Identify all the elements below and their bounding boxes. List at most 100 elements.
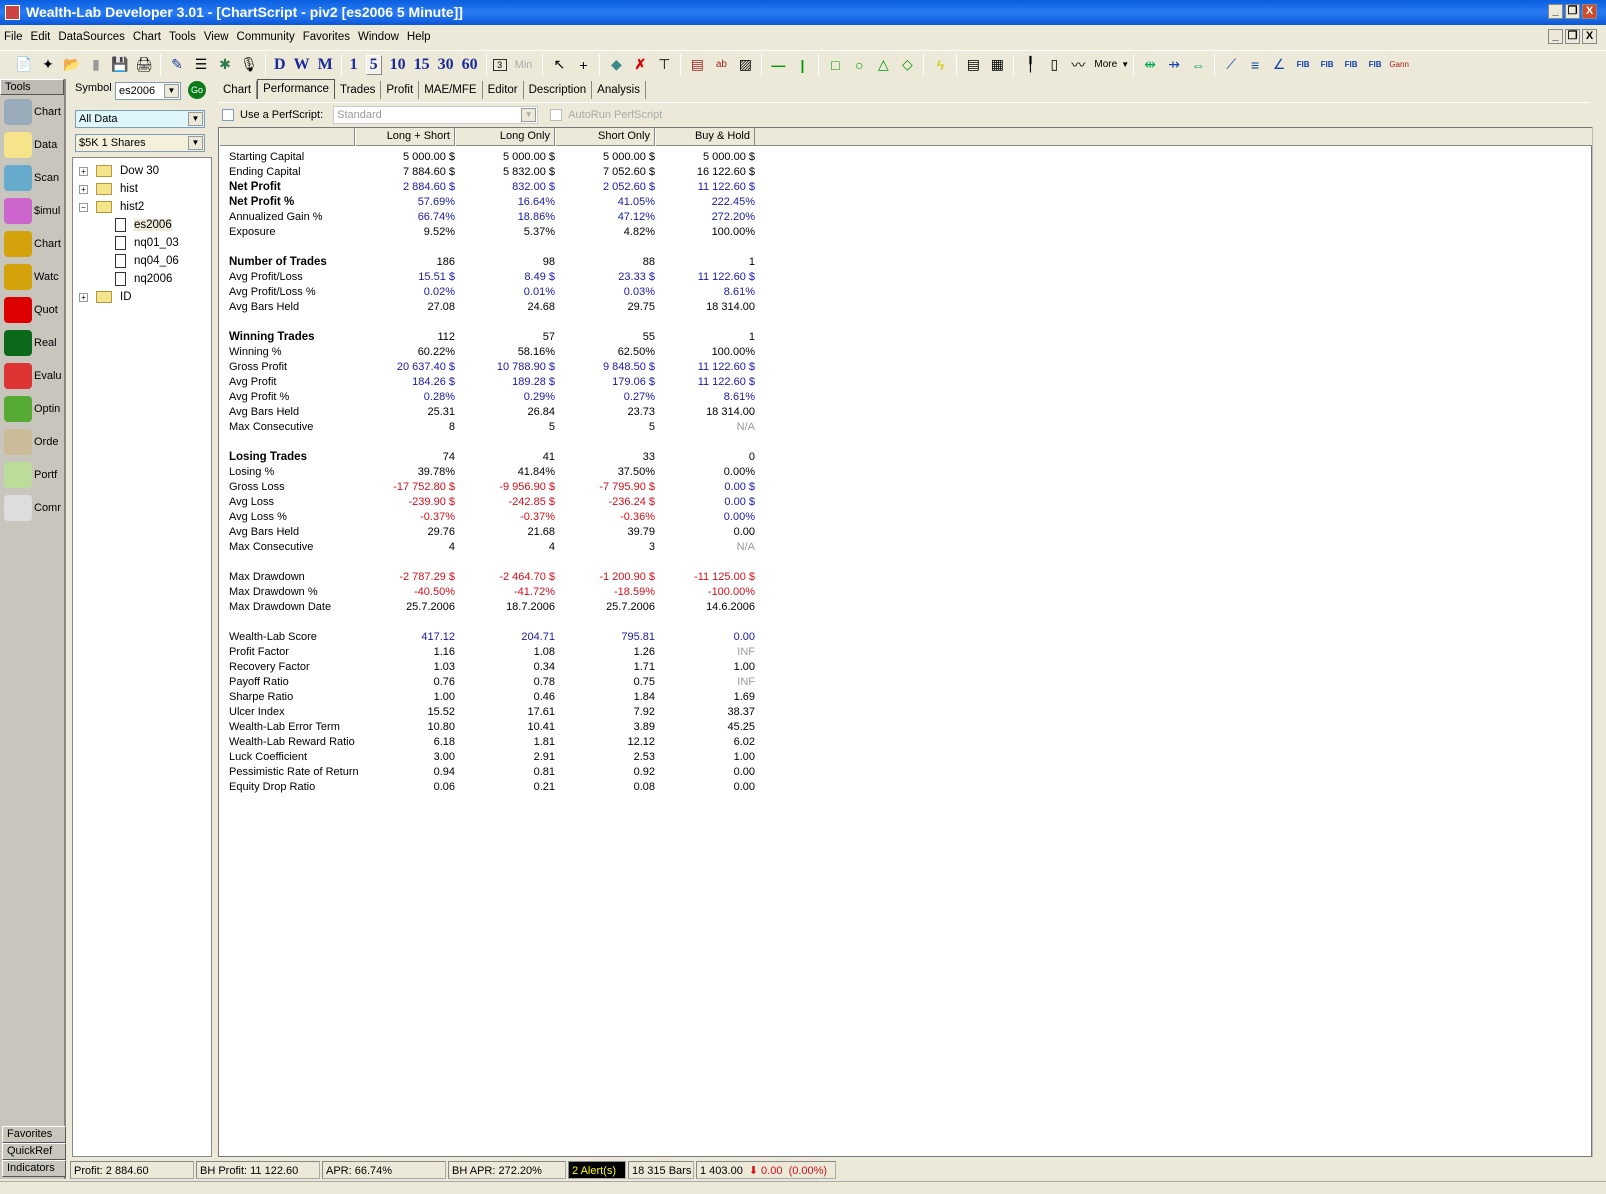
rectangle-icon[interactable]: □ — [825, 55, 845, 75]
tool-6-button[interactable]: Quot — [0, 293, 64, 326]
close-button[interactable]: X — [1582, 4, 1597, 19]
tool-1-button[interactable]: Data — [0, 128, 64, 161]
open-folder-icon[interactable]: 📂 — [62, 55, 82, 75]
tab-editor[interactable]: Editor — [483, 81, 524, 99]
wizard-icon[interactable]: ✦ — [38, 55, 58, 75]
horizontal-line-icon[interactable]: — — [768, 55, 788, 75]
trendline-icon[interactable]: ⟋ — [1221, 55, 1241, 75]
minimize-button[interactable]: _ — [1548, 4, 1563, 19]
timeframe-D-button[interactable]: D — [274, 56, 286, 74]
expand-icon[interactable]: + — [79, 166, 88, 176]
tree-node-nq01_03[interactable]: nq01_03 — [73, 234, 211, 252]
timeframe-60-button[interactable]: 60 — [462, 56, 478, 74]
tool-0-button[interactable]: Chart — [0, 95, 64, 128]
tab-trades[interactable]: Trades — [335, 81, 382, 99]
fib-fan-icon[interactable]: FIB — [1317, 55, 1337, 75]
save-disabled-icon[interactable]: ▮ — [86, 55, 106, 75]
menu-window[interactable]: Window — [358, 31, 399, 43]
tool-4-button[interactable]: Chart — [0, 227, 64, 260]
column-header[interactable]: Long + Short — [355, 128, 455, 146]
status-alerts[interactable]: 2 Alert(s) — [568, 1160, 626, 1179]
tool-2-button[interactable]: Scan — [0, 161, 64, 194]
perfscript-combo[interactable]: Standard ▼ — [333, 105, 539, 124]
text-icon[interactable]: ab — [711, 55, 731, 75]
menu-community[interactable]: Community — [237, 31, 295, 43]
tree-node-id[interactable]: + ID — [73, 288, 211, 306]
zoom-fit-icon[interactable]: ⇔ — [1188, 55, 1208, 75]
tool-12-button[interactable]: Comr — [0, 491, 64, 524]
fan-icon[interactable]: ∠ — [1269, 55, 1289, 75]
zoom-in-icon[interactable]: ⇹ — [1140, 55, 1160, 75]
pin-icon[interactable]: ⊤ — [654, 55, 674, 75]
tools-header[interactable]: Tools — [0, 79, 64, 95]
note-icon[interactable]: ▤ — [687, 55, 707, 75]
tab-maemfe[interactable]: MAE/MFE — [419, 81, 483, 99]
list-icon[interactable]: ☰ — [191, 55, 211, 75]
tab-analysis[interactable]: Analysis — [592, 81, 646, 99]
favorites-button[interactable]: Favorites — [2, 1126, 66, 1143]
timeframe-1-button[interactable]: 1 — [350, 56, 358, 74]
data-range-combo[interactable]: All Data ▼ — [75, 110, 205, 128]
timeframe-10-button[interactable]: 10 — [390, 56, 406, 74]
tool-11-button[interactable]: Portf — [0, 458, 64, 491]
zoom-out-icon[interactable]: ⇸ — [1164, 55, 1184, 75]
pane-stack-icon[interactable]: ▦ — [987, 55, 1007, 75]
column-header[interactable]: Short Only — [555, 128, 655, 146]
vertical-line-icon[interactable]: | — [792, 55, 812, 75]
position-sizing-combo[interactable]: $5K 1 Shares ▼ — [75, 134, 205, 152]
new-icon[interactable]: 📄 — [14, 55, 34, 75]
tab-chart[interactable]: Chart — [218, 81, 258, 99]
eraser-icon[interactable]: ◆ — [606, 55, 626, 75]
collapse-icon[interactable]: − — [79, 202, 88, 212]
menu-favorites[interactable]: Favorites — [303, 31, 350, 43]
more-dropdown[interactable]: More — [1094, 59, 1117, 70]
menu-tools[interactable]: Tools — [169, 31, 196, 43]
cursor-icon[interactable]: ↖ — [549, 55, 569, 75]
use-perfscript-checkbox[interactable] — [222, 108, 234, 121]
bug-icon[interactable]: ✱ — [215, 55, 235, 75]
timeframe-30-button[interactable]: 30 — [438, 56, 454, 74]
microphone-icon[interactable]: 🎙 — [239, 55, 259, 75]
calendar-icon[interactable]: 3 — [492, 58, 507, 71]
menu-datasources[interactable]: DataSources — [58, 31, 124, 43]
chevron-down-icon[interactable]: ▼ — [188, 112, 203, 126]
quickref-button[interactable]: QuickRef — [2, 1143, 66, 1160]
diamond-icon[interactable]: ◇ — [897, 55, 917, 75]
menu-help[interactable]: Help — [407, 31, 431, 43]
min-dropdown[interactable]: Min — [515, 59, 533, 71]
gann-icon[interactable]: Gann — [1389, 55, 1409, 75]
chevron-down-icon[interactable]: ▼ — [188, 136, 203, 150]
channel-icon[interactable]: ≡ — [1245, 55, 1265, 75]
menu-view[interactable]: View — [204, 31, 229, 43]
triangle-icon[interactable]: △ — [873, 55, 893, 75]
tree-node-dow-30[interactable]: + Dow 30 — [73, 162, 211, 180]
tree-node-hist[interactable]: + hist — [73, 180, 211, 198]
pane-icon[interactable]: ▤ — [963, 55, 983, 75]
tool-8-button[interactable]: Evalu — [0, 359, 64, 392]
tab-performance[interactable]: Performance — [257, 79, 335, 99]
delete-icon[interactable]: ✗ — [630, 55, 650, 75]
tab-description[interactable]: Description — [524, 81, 593, 99]
mdi-restore-button[interactable]: ❐ — [1565, 29, 1580, 44]
timeframe-5-button[interactable]: 5 — [365, 54, 382, 75]
line-chart-icon[interactable]: 〰 — [1068, 55, 1088, 75]
timeframe-M-button[interactable]: M — [318, 56, 333, 74]
tree-node-nq2006[interactable]: nq2006 — [73, 270, 211, 288]
tree-node-hist2[interactable]: − hist2 — [73, 198, 211, 216]
crosshair-icon[interactable]: + — [573, 55, 593, 75]
circle-icon[interactable]: ○ — [849, 55, 869, 75]
column-header[interactable]: Long Only — [455, 128, 555, 146]
tree-node-nq04_06[interactable]: nq04_06 — [73, 252, 211, 270]
autorun-checkbox[interactable] — [550, 108, 563, 121]
vertical-scrollbar[interactable] — [1592, 127, 1606, 1157]
tool-9-button[interactable]: Optin — [0, 392, 64, 425]
restore-button[interactable]: ❐ — [1565, 4, 1580, 19]
menu-edit[interactable]: Edit — [31, 31, 51, 43]
tool-3-button[interactable]: $imul — [0, 194, 64, 227]
print-icon[interactable]: 🖨 — [134, 55, 154, 75]
bar-chart-icon[interactable]: ╿ — [1020, 55, 1040, 75]
candle-icon[interactable]: ▯ — [1044, 55, 1064, 75]
menu-file[interactable]: File — [4, 31, 23, 43]
tool-5-button[interactable]: Watc — [0, 260, 64, 293]
symbol-combo[interactable]: es2006 ▼ — [115, 82, 181, 100]
